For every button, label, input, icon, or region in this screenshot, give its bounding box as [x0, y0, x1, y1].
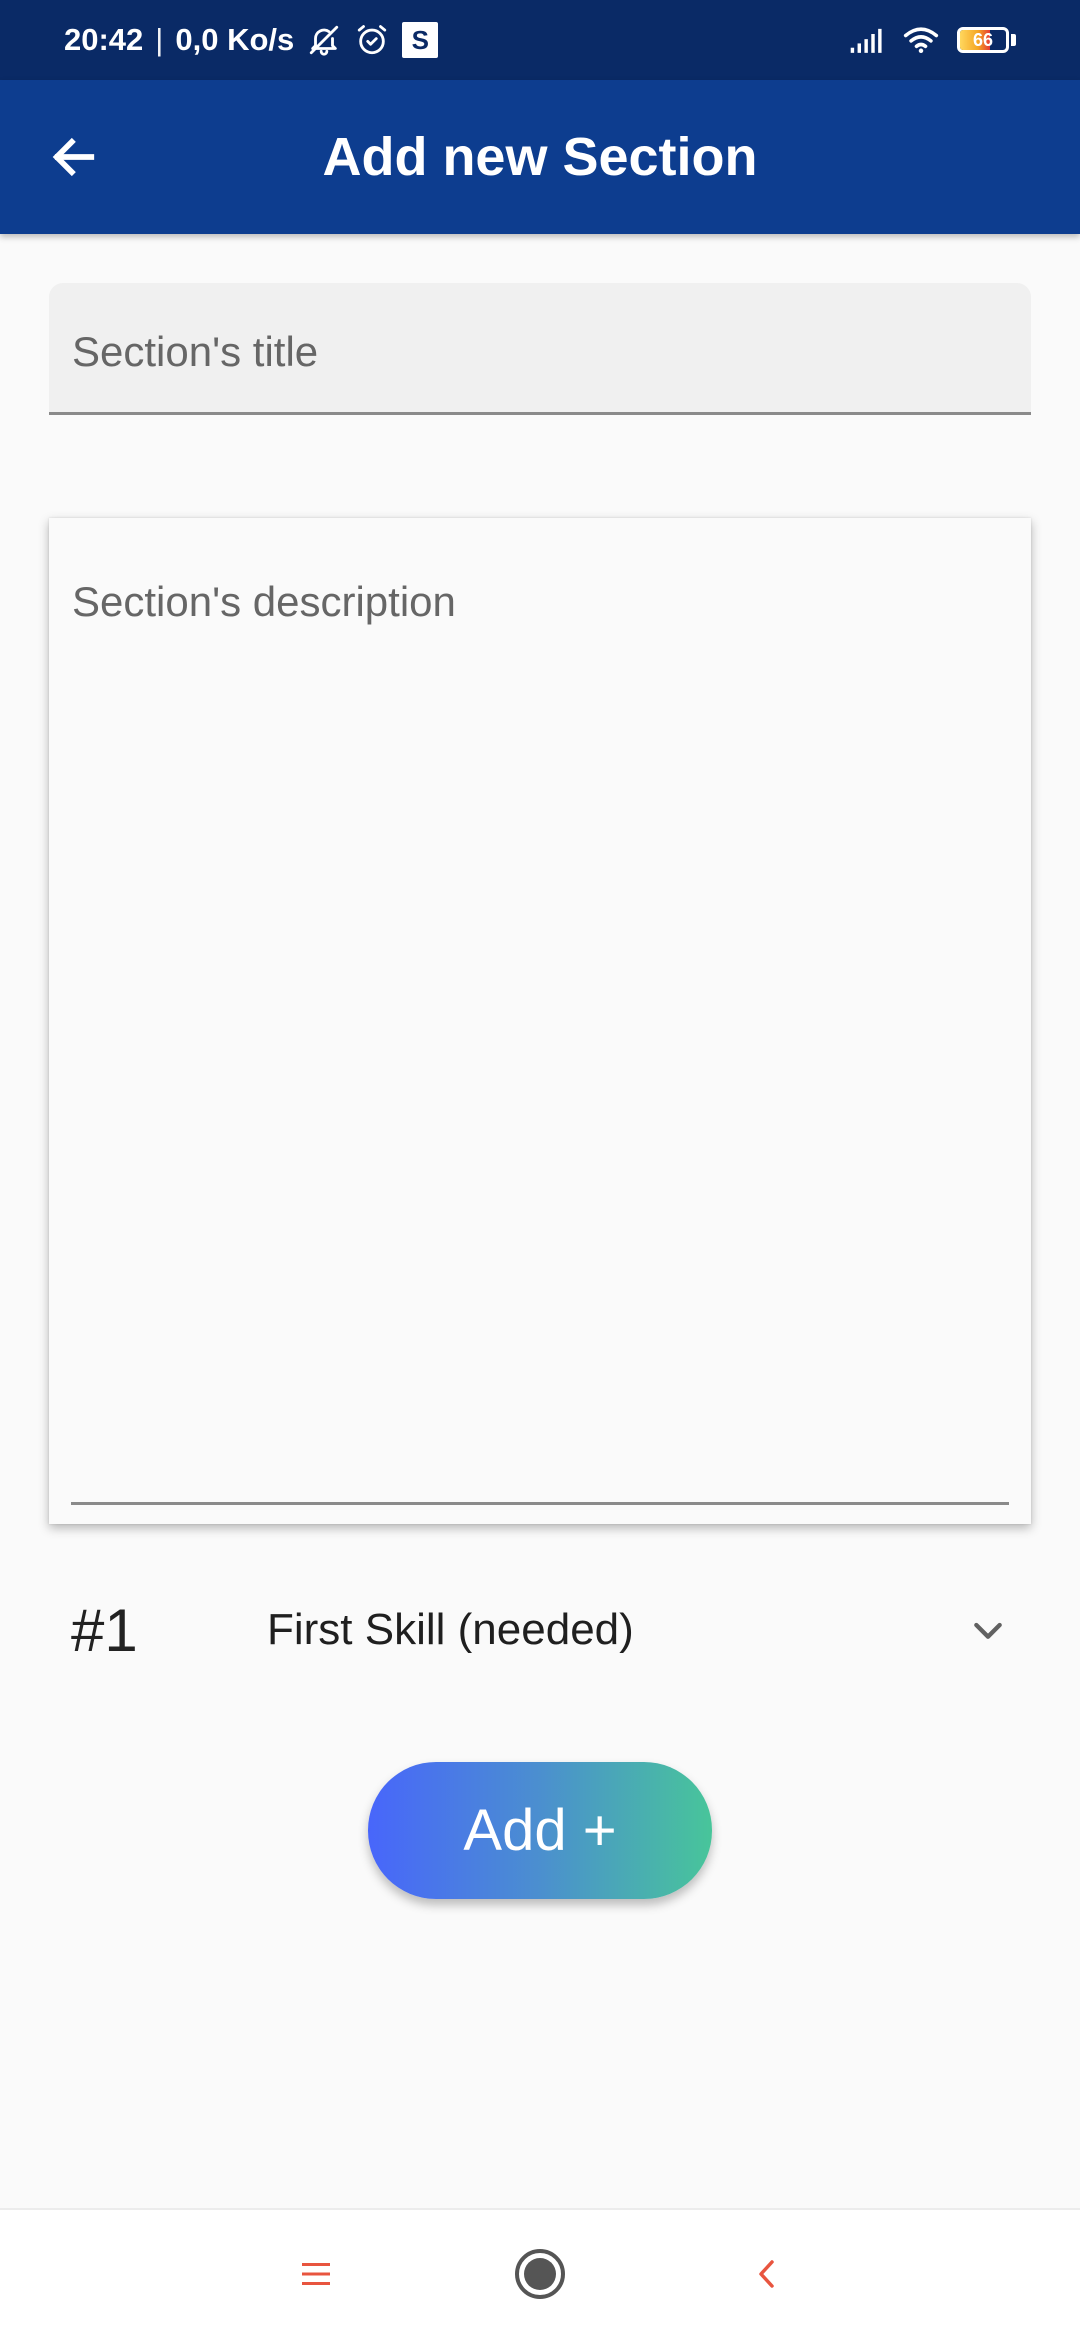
status-left: 20:42 | 0,0 Ko/s S: [64, 22, 439, 58]
status-separator: |: [155, 22, 164, 57]
section-title-input[interactable]: [49, 283, 1031, 412]
skill-dropdown[interactable]: First Skill (needed): [267, 1570, 1031, 1690]
status-time: 20:42: [64, 22, 144, 57]
status-speed: 0,0 Ko/s: [175, 22, 295, 57]
bell-off-icon: [306, 22, 342, 58]
skill-row: #1 First Skill (needed): [49, 1570, 1031, 1690]
nav-back-button[interactable]: [727, 2234, 807, 2314]
arrow-left-icon: [52, 137, 95, 177]
alarm-icon: [354, 22, 390, 58]
chevron-down-icon: [965, 1607, 1011, 1653]
section-description-card: [49, 518, 1031, 1524]
nav-home-button[interactable]: [500, 2234, 580, 2314]
section-description-input[interactable]: [72, 578, 1008, 1496]
skill-number: #1: [71, 1596, 138, 1664]
page-title: Add new Section: [322, 127, 758, 187]
wifi-icon: [903, 22, 939, 58]
battery-tip: [1011, 34, 1016, 46]
battery-level: 66: [972, 30, 994, 50]
menu-icon: [302, 2263, 330, 2285]
home-circle-icon: [515, 2249, 565, 2299]
app-bar: Add new Section: [0, 80, 1080, 234]
screen: 20:42 | 0,0 Ko/s S 66 Add new Section Se…: [0, 0, 1080, 2340]
signal-icon: [849, 22, 885, 58]
status-right: 66: [849, 22, 1016, 58]
description-underline: [71, 1502, 1009, 1505]
status-bar: 20:42 | 0,0 Ko/s S 66: [0, 0, 1080, 80]
s-app-icon: S: [402, 22, 439, 58]
section-title-field: [49, 283, 1031, 415]
nav-menu-button[interactable]: [276, 2234, 356, 2314]
add-button[interactable]: Add +: [368, 1762, 712, 1899]
battery-icon: 66: [957, 27, 1009, 53]
skill-dropdown-label: First Skill (needed): [267, 1605, 634, 1654]
back-chevron-icon: [759, 2260, 774, 2288]
nav-bar: [0, 2208, 1080, 2340]
back-button[interactable]: [40, 123, 108, 191]
